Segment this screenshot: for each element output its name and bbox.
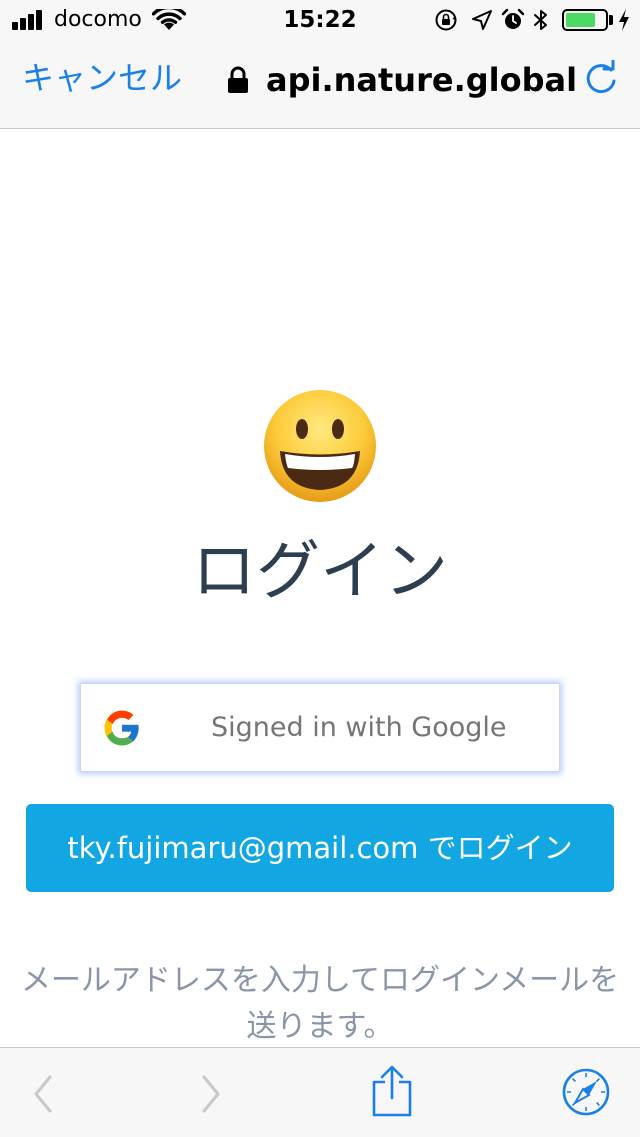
email-hint-line-1: メールアドレスを入力してログインメールを <box>20 963 620 998</box>
google-signin-button[interactable]: Signed in with Google <box>80 683 560 772</box>
battery-icon <box>562 9 608 31</box>
google-signin-label: Signed in with Google <box>211 712 507 743</box>
browser-toolbar <box>0 1047 640 1137</box>
email-hint-text: メールアドレスを入力してログインメールを 送ります。 <box>0 958 640 1050</box>
safari-compass-icon[interactable] <box>562 1068 610 1116</box>
page-title: ログイン <box>192 535 448 609</box>
battery-level <box>566 13 595 27</box>
url-text: api.nature.global <box>266 61 578 99</box>
email-hint-line-2: 送ります。 <box>246 1009 394 1044</box>
charging-icon <box>619 9 629 31</box>
bluetooth-icon <box>534 10 547 30</box>
browser-nav-bar: キャンセル api.nature.global <box>0 40 640 129</box>
forward-arrow-icon[interactable] <box>198 1074 224 1114</box>
address-bar[interactable]: api.nature.global <box>226 60 577 100</box>
lock-icon <box>228 66 248 93</box>
battery-tip <box>609 15 613 25</box>
back-arrow-icon[interactable] <box>30 1074 56 1114</box>
rotation-lock-icon <box>435 9 457 31</box>
share-icon[interactable] <box>370 1064 414 1118</box>
status-bar: docomo 15:22 <box>0 0 640 40</box>
location-icon <box>472 10 492 30</box>
cancel-button[interactable]: キャンセル <box>22 58 182 98</box>
reload-icon[interactable] <box>582 60 620 98</box>
email-login-button[interactable]: tky.fujimaru@gmail.com でログイン <box>26 804 614 892</box>
smiling-face-icon <box>264 390 376 502</box>
google-g-icon <box>104 710 139 746</box>
alarm-icon <box>501 8 525 29</box>
email-login-label: tky.fujimaru@gmail.com でログイン <box>67 831 573 865</box>
